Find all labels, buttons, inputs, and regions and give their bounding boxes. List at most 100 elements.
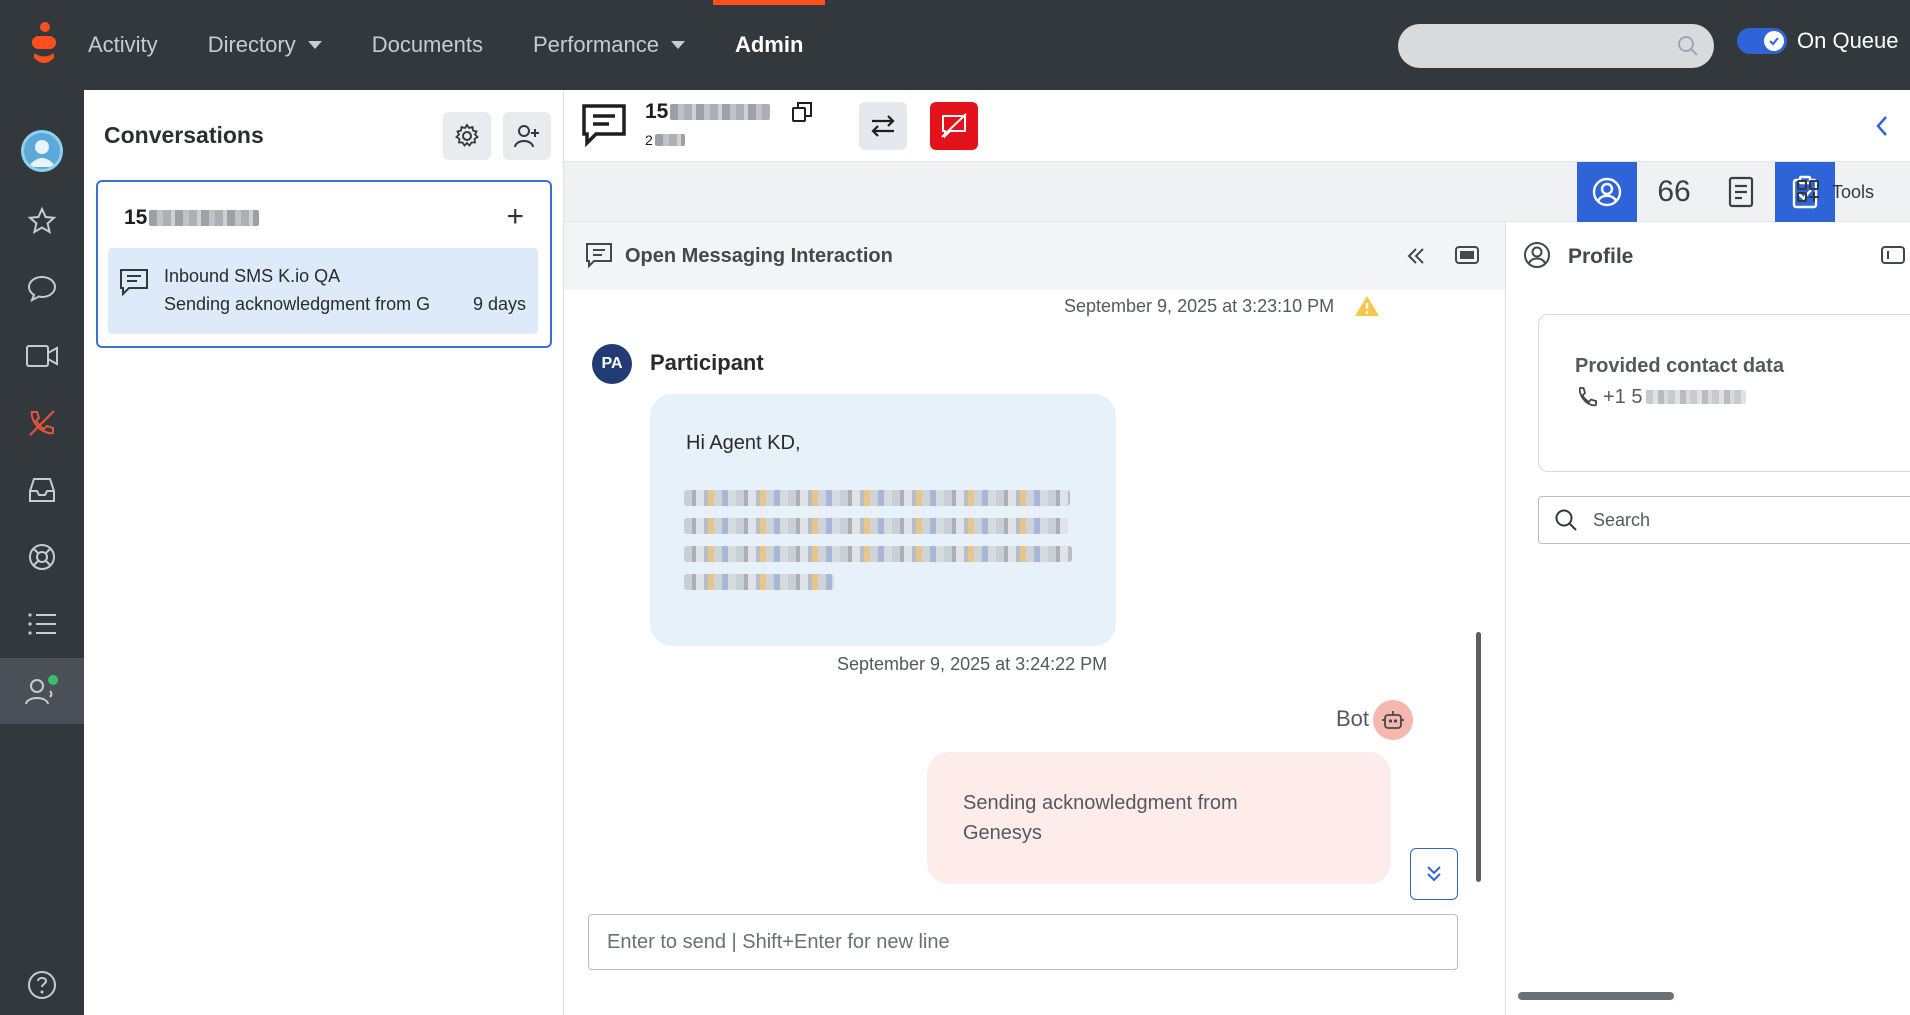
participant-message-bubble: Hi Agent KD, <box>650 394 1116 646</box>
profile-tool-button[interactable] <box>1577 162 1637 222</box>
robot-icon <box>1373 700 1413 740</box>
messaging-title: Open Messaging Interaction <box>625 245 893 267</box>
message-off-icon <box>941 113 967 139</box>
message-icon <box>586 243 612 269</box>
copy-icon[interactable] <box>790 100 814 124</box>
left-rail <box>0 90 84 1015</box>
message-timestamp: September 9, 2025 at 3:23:10 PM <box>1064 296 1335 316</box>
inbox-icon <box>29 478 55 502</box>
plus-icon[interactable]: + <box>506 202 524 232</box>
agent-status-button[interactable] <box>0 658 84 724</box>
tool-66-label: 66 <box>1657 175 1691 208</box>
double-chevron-down-icon <box>1427 866 1441 882</box>
conversation-list-item[interactable]: Inbound SMS K.io QA Sending acknowledgme… <box>108 248 538 334</box>
profile-search-field[interactable] <box>1538 496 1910 544</box>
help-icon <box>28 971 56 999</box>
list-icon <box>28 613 56 635</box>
bot-message-text: Sending acknowledgment from Genesys <box>963 792 1238 844</box>
genesys-logo-icon[interactable] <box>24 20 64 72</box>
add-participant-button[interactable] <box>503 112 551 160</box>
chevron-down-icon <box>670 41 685 49</box>
redacted-phone <box>1646 390 1747 404</box>
message-timestamp: September 9, 2025 at 3:24:22 PM <box>837 654 1108 674</box>
conversation-number: 15 <box>124 206 260 230</box>
video-icon <box>26 345 58 367</box>
double-chevron-left-icon[interactable] <box>1404 244 1428 268</box>
tools-menu-button[interactable]: Tools <box>1796 162 1874 222</box>
favorites-button[interactable] <box>0 188 84 254</box>
scripts-tool-button[interactable]: 66 <box>1644 162 1704 222</box>
contact-phone: +1 5 <box>1575 385 1747 409</box>
end-interaction-button[interactable] <box>930 102 978 150</box>
user-circle-icon <box>1524 242 1550 268</box>
nav-directory[interactable]: Directory <box>208 0 322 90</box>
nav-admin[interactable]: Admin <box>712 0 826 90</box>
interaction-header: 15 2 <box>564 90 1910 162</box>
main-nav: Activity Directory Documents Performance… <box>88 0 853 90</box>
profile-panel: Profile Provided contact data +1 5 <box>1506 222 1910 1015</box>
lifebuoy-icon <box>29 544 55 570</box>
document-icon <box>1728 176 1754 208</box>
messaging-panel: Open Messaging Interaction September 9, … <box>564 222 1506 1015</box>
panel-toggle-icon[interactable] <box>1454 244 1480 266</box>
user-avatar[interactable] <box>0 118 84 184</box>
global-search-input[interactable] <box>1398 24 1714 68</box>
message-icon <box>120 269 148 297</box>
nav-activity[interactable]: Activity <box>88 0 158 90</box>
search-icon <box>1555 509 1577 531</box>
nav-label: Directory <box>207 32 296 57</box>
tools-bar: 66 Tools <box>564 162 1910 234</box>
conversation-name: Inbound SMS K.io QA <box>164 266 341 286</box>
video-button[interactable] <box>0 323 84 389</box>
notes-tool-button[interactable] <box>1711 162 1771 222</box>
top-bar: Activity Directory Documents Performance… <box>0 0 1910 90</box>
conversation-age: 9 days <box>472 294 526 314</box>
apps-add-icon <box>1797 180 1819 202</box>
redacted-text <box>654 134 685 146</box>
inbox-button[interactable] <box>0 457 84 523</box>
nav-documents[interactable]: Documents <box>372 0 483 90</box>
support-button[interactable] <box>0 524 84 590</box>
conversation-card[interactable]: 15 + Inbound SMS K.io QA Sending acknowl… <box>96 180 552 348</box>
profile-search-input[interactable] <box>1593 509 1893 531</box>
redacted-message <box>684 490 1074 602</box>
message-icon <box>582 104 626 148</box>
scroll-to-bottom-button[interactable] <box>1410 848 1458 900</box>
check-icon <box>1764 31 1784 51</box>
interaction-number: 15 <box>645 100 771 124</box>
search-icon <box>1678 36 1698 56</box>
conversation-settings-button[interactable] <box>443 112 491 160</box>
tools-label: Tools <box>1832 181 1875 202</box>
participant-name: Participant <box>650 350 764 375</box>
chevron-left-icon[interactable] <box>1874 114 1890 138</box>
nav-performance[interactable]: Performance <box>533 0 685 90</box>
messages-scrollbar[interactable] <box>1476 632 1481 882</box>
avatar-icon <box>21 130 63 172</box>
redacted-number <box>670 104 771 120</box>
profile-horizontal-scrollbar[interactable] <box>1518 992 1674 1000</box>
chat-button[interactable] <box>0 255 84 321</box>
help-button[interactable] <box>0 952 84 1015</box>
chat-icon <box>27 275 57 303</box>
transfer-button[interactable] <box>859 102 907 150</box>
message-input[interactable] <box>588 914 1458 970</box>
messaging-panel-header: Open Messaging Interaction <box>564 222 1505 290</box>
on-queue-toggle[interactable] <box>1737 28 1787 54</box>
contact-data-card: Provided contact data +1 5 <box>1538 314 1910 472</box>
phone-icon <box>1578 387 1597 407</box>
conversation-preview: Sending acknowledgment from G <box>164 294 431 314</box>
phone-button[interactable] <box>0 390 84 456</box>
conversations-panel: Conversations 15 + Inbound SMS K.io QA S… <box>84 90 564 1015</box>
star-icon <box>27 206 57 235</box>
panel-toggle-icon[interactable] <box>1880 244 1906 266</box>
bot-message-bubble: Sending acknowledgment from Genesys <box>927 752 1391 884</box>
queue-status: On Queue <box>1737 28 1899 54</box>
nav-label: Admin <box>734 32 804 57</box>
transfer-icon <box>871 115 895 137</box>
user-circle-icon <box>1592 177 1622 207</box>
add-user-icon <box>514 125 539 148</box>
queue-list-button[interactable] <box>0 591 84 657</box>
participant-avatar: PA <box>592 344 632 384</box>
participant-message-text: Hi Agent KD, <box>686 432 801 454</box>
nav-label: Activity <box>88 32 158 57</box>
